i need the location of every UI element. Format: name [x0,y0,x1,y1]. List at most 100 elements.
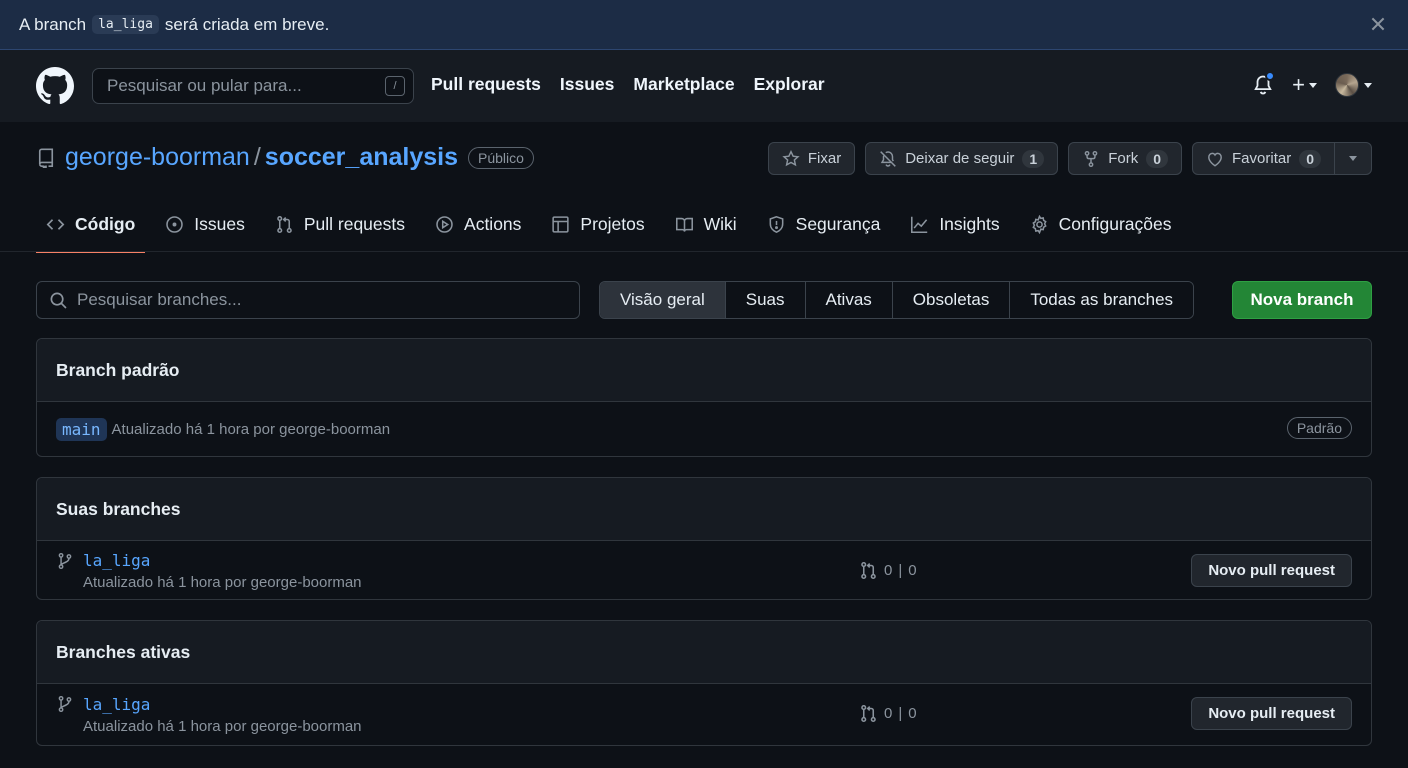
watch-count: 1 [1022,149,1045,168]
unwatch-label: Deixar de seguir [905,150,1015,167]
branch-filter-tabs: Visão geral Suas Ativas Obsoletas Todas … [599,281,1195,319]
star-count: 0 [1299,149,1321,168]
tab-label: Actions [464,213,522,234]
repo-tabs: Código Issues Pull requests Actions Proj… [36,196,1372,253]
new-branch-button[interactable]: Nova branch [1232,281,1372,319]
repo-icon [36,147,56,168]
tab-label: Issues [194,213,245,234]
tab-code[interactable]: Código [36,196,146,253]
ahead-behind: 0 | 0 [859,704,917,723]
tab-issues[interactable]: Issues [155,196,255,252]
shield-icon [767,215,786,234]
fork-label: Fork [1108,150,1139,167]
global-search-placeholder: Pesquisar ou pular para... [107,76,302,95]
book-icon [675,215,694,234]
tab-security[interactable]: Segurança [757,196,891,252]
star-dropdown-button[interactable] [1335,143,1371,174]
new-pull-request-button[interactable]: Novo pull request [1191,697,1352,730]
flash-branch-name: la_liga [92,15,159,34]
close-icon[interactable] [1368,14,1388,34]
global-search-input[interactable]: Pesquisar ou pular para... / [92,68,414,104]
caret-down-icon [1349,156,1357,161]
nav-marketplace[interactable]: Marketplace [633,74,734,95]
fork-count: 0 [1146,149,1169,168]
play-icon [435,215,454,234]
tab-wiki[interactable]: Wiki [665,196,747,252]
unwatch-button[interactable]: Deixar de seguir 1 [865,142,1059,175]
bell-icon[interactable] [1252,71,1276,96]
github-logo-icon[interactable] [36,67,74,105]
tabs-divider [0,251,1408,252]
tab-label: Wiki [703,213,737,234]
branch-name-link[interactable]: la_liga [83,551,362,570]
fork-button[interactable]: Fork 0 [1068,142,1183,175]
filter-yours[interactable]: Suas [725,282,806,318]
tab-label: Configurações [1058,213,1172,234]
tab-pull-requests[interactable]: Pull requests [265,196,415,252]
search-shortcut-key: / [385,76,405,96]
default-branch-row: main Atualizado há 1 hora por george-boo… [37,402,1371,456]
global-header: Pesquisar ou pular para... / Pull reques… [0,50,1408,122]
user-menu-button[interactable] [1335,73,1372,97]
filter-all[interactable]: Todas as branches [1010,282,1194,318]
tab-label: Projetos [580,213,645,234]
repo-owner-link[interactable]: george-boorman [65,143,250,172]
tab-projects[interactable]: Projetos [541,196,654,252]
tab-label: Pull requests [303,213,406,234]
branch-row: la_liga Atualizado há 1 hora por george-… [37,684,1371,745]
bell-slash-icon [879,150,897,168]
branch-search-placeholder: Pesquisar branches... [77,290,242,309]
default-branch-name[interactable]: main [56,418,107,441]
branch-name-link[interactable]: la_liga [83,695,362,714]
repo-separator: / [253,143,261,171]
graph-icon [910,215,929,234]
issue-icon [165,215,184,234]
tab-settings[interactable]: Configurações [1020,196,1182,252]
nav-explore[interactable]: Explorar [754,74,825,95]
tab-label: Insights [939,213,1000,234]
filter-active[interactable]: Ativas [805,282,893,318]
pull-request-icon [275,215,294,234]
code-icon [46,215,65,234]
repo-title: george-boorman / soccer_analysis Público [36,143,534,172]
caret-down-icon [1364,82,1372,88]
pin-icon [782,149,800,168]
search-icon [49,291,68,310]
nav-pull-requests[interactable]: Pull requests [431,74,541,95]
your-branches-box: Suas branches la_liga Atualizado há 1 ho… [36,477,1372,600]
header-actions: + [1252,71,1372,98]
tab-label: Código [75,213,136,234]
star-button[interactable]: Favoritar 0 [1193,143,1335,174]
star-label: Favoritar [1232,150,1292,167]
ahead-behind-separator: | [898,562,903,579]
active-branches-box: Branches ativas la_liga Atualizado há 1 … [36,620,1372,746]
pull-request-icon [859,704,878,723]
heart-icon [1206,150,1224,168]
default-badge: Padrão [1286,417,1352,439]
tab-insights[interactable]: Insights [900,196,1009,252]
nav-issues[interactable]: Issues [560,74,614,95]
gear-icon [1030,214,1049,234]
ahead-count: 0 [908,705,917,722]
table-icon [551,215,570,234]
filter-overview[interactable]: Visão geral [600,282,726,318]
branch-meta: Atualizado há 1 hora por george-boorman [83,573,362,591]
filter-stale[interactable]: Obsoletas [892,282,1011,318]
branch-search-input[interactable]: Pesquisar branches... [36,281,580,319]
branch-icon [56,552,74,570]
create-new-button[interactable]: + [1292,72,1317,98]
ahead-behind: 0 | 0 [859,561,917,580]
flash-banner: A branch la_liga será criada em breve. [0,0,1408,50]
ahead-count: 0 [908,562,917,579]
ahead-behind-separator: | [898,705,903,722]
repo-name-link[interactable]: soccer_analysis [265,143,458,172]
pin-button[interactable]: Fixar [767,142,856,175]
behind-count: 0 [884,705,893,722]
tab-label: Segurança [795,213,881,234]
avatar [1335,73,1359,97]
default-branch-meta: Atualizado há 1 hora por george-boorman [111,421,391,438]
new-pull-request-button[interactable]: Novo pull request [1191,554,1352,587]
pin-label: Fixar [807,150,842,167]
fork-icon [1082,150,1100,168]
tab-actions[interactable]: Actions [425,196,531,252]
